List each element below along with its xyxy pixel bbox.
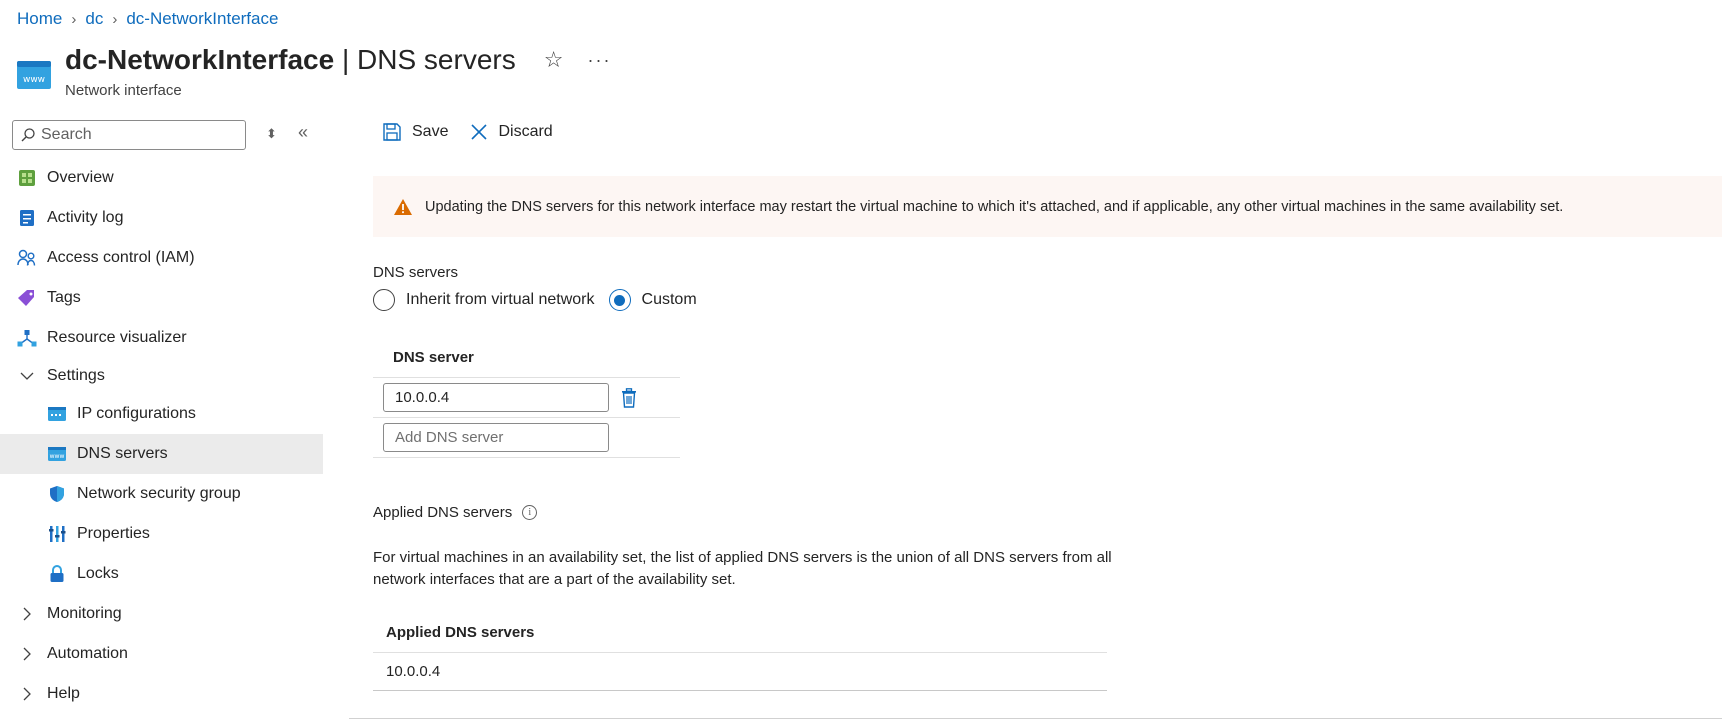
activity-log-icon (17, 208, 37, 228)
dns-server-input[interactable] (383, 383, 609, 412)
sidebar-item-properties[interactable]: Properties (0, 514, 323, 554)
toolbar: Save Discard (382, 120, 1722, 144)
dns-servers-label: DNS servers (373, 264, 459, 281)
sidebar-nav: Overview Activity log Access control (IA… (0, 158, 323, 714)
overview-icon (17, 168, 37, 188)
sidebar-item-network-security-group[interactable]: Network security group (0, 474, 323, 514)
search-input[interactable] (41, 126, 231, 144)
svg-text:www: www (23, 75, 45, 85)
applied-dns-servers-heading: Applied DNS servers i (373, 504, 538, 521)
sidebar-item-tags[interactable]: Tags (0, 278, 323, 318)
sidebar-item-label: Locks (77, 565, 119, 582)
chevron-right-icon (17, 687, 37, 701)
sidebar-item-label: DNS servers (77, 445, 168, 462)
sidebar-item-label: Settings (47, 367, 105, 384)
save-icon (383, 123, 401, 141)
inherit-radio-label: Inherit from virtual network (406, 291, 595, 308)
chevron-right-icon (17, 647, 37, 661)
sidebar-item-label: Tags (47, 289, 81, 306)
sidebar-item-activity-log[interactable]: Activity log (0, 198, 323, 238)
tag-icon (17, 288, 37, 308)
applied-dns-servers-column-header: Applied DNS servers (373, 613, 1107, 653)
add-dns-server-input[interactable] (383, 423, 609, 452)
radio-circle-selected (608, 289, 631, 311)
page-subtitle: Network interface (65, 82, 182, 99)
sidebar-item-label: Automation (47, 645, 128, 662)
sidebar-item-label: Activity log (47, 209, 124, 226)
applied-dns-servers-table: Applied DNS servers 10.0.0.4 (373, 613, 1107, 691)
sidebar-item-label: IP configurations (77, 405, 196, 422)
close-icon (471, 124, 488, 140)
delete-icon[interactable] (621, 387, 637, 408)
search-box (12, 120, 246, 150)
more-options-icon[interactable]: ··· (587, 50, 611, 71)
radio-circle (373, 289, 395, 311)
sidebar-item-label: Resource visualizer (47, 329, 187, 346)
sidebar-item-ip-configurations[interactable]: IP configurations (0, 394, 323, 434)
ip-configurations-icon (47, 404, 67, 424)
breadcrumb-home[interactable]: Home (17, 9, 62, 29)
main-content: Save Discard Updating the DNS servers fo… (373, 120, 1722, 691)
shield-icon (47, 484, 67, 504)
custom-radio-label: Custom (641, 291, 697, 308)
sort-toggle-icon[interactable]: ⬍ (266, 126, 277, 142)
applied-dns-servers-description: For virtual machines in an availability … (373, 549, 1112, 588)
warning-icon (394, 198, 412, 215)
sidebar-item-access-control[interactable]: Access control (IAM) (0, 238, 323, 278)
dns-servers-section: DNS servers Inherit from virtual network… (373, 264, 711, 311)
sidebar-group-settings[interactable]: Settings (0, 358, 323, 394)
sidebar-group-monitoring[interactable]: Monitoring (0, 594, 323, 634)
table-row (373, 418, 680, 458)
sidebar-item-label: Access control (IAM) (47, 249, 195, 266)
sidebar-item-dns-servers[interactable]: www DNS servers (0, 434, 323, 474)
chevron-right-icon: › (112, 10, 118, 28)
favorite-star-icon[interactable]: ☆ (544, 47, 564, 73)
sidebar-item-label: Overview (47, 169, 114, 186)
warning-text: Updating the DNS servers for this networ… (425, 198, 1564, 215)
sidebar-item-locks[interactable]: Locks (0, 554, 323, 594)
sidebar-item-label: Properties (77, 525, 150, 542)
chevron-down-icon (17, 371, 37, 381)
search-icon (21, 128, 35, 142)
info-icon[interactable]: i (522, 505, 538, 520)
network-interface-icon: www (17, 61, 51, 89)
dns-server-table: DNS server (373, 338, 680, 458)
lock-icon (47, 564, 67, 584)
save-button[interactable]: Save (382, 122, 448, 142)
warning-banner: Updating the DNS servers for this networ… (373, 176, 1722, 237)
dns-servers-icon: www (47, 444, 67, 464)
sidebar-item-label: Help (47, 685, 80, 702)
chevron-right-icon: › (71, 10, 77, 28)
sidebar-item-label: Network security group (77, 485, 241, 502)
breadcrumb-dc[interactable]: dc (85, 9, 103, 29)
applied-dns-servers-label: Applied DNS servers (373, 504, 513, 521)
breadcrumb-network-interface[interactable]: dc-NetworkInterface (126, 9, 278, 29)
sidebar-item-resource-visualizer[interactable]: Resource visualizer (0, 318, 323, 358)
divider (349, 718, 1722, 719)
discard-button[interactable]: Discard (470, 123, 553, 141)
sidebar-item-overview[interactable]: Overview (0, 158, 323, 198)
sidebar-group-help[interactable]: Help (0, 674, 323, 714)
table-row (373, 378, 680, 418)
properties-icon (47, 524, 67, 544)
save-label: Save (412, 123, 449, 140)
page-header: www dc-NetworkInterface | DNS servers ☆ … (17, 44, 611, 99)
chevron-right-icon (17, 607, 37, 621)
page-title: dc-NetworkInterface | DNS servers (65, 44, 516, 75)
sidebar-group-automation[interactable]: Automation (0, 634, 323, 674)
people-icon (17, 248, 37, 268)
resource-visualizer-icon (17, 328, 37, 348)
sidebar-item-label: Monitoring (47, 605, 122, 622)
sidebar: ⬍ « Overview Activity log Access control… (0, 120, 323, 714)
custom-radio[interactable]: Custom (608, 289, 697, 311)
dns-source-radio-group: Inherit from virtual network Custom (373, 289, 711, 311)
discard-label: Discard (498, 123, 553, 140)
breadcrumb: Home › dc › dc-NetworkInterface (17, 9, 278, 29)
collapse-sidebar-icon[interactable]: « (298, 122, 308, 143)
inherit-radio[interactable]: Inherit from virtual network (373, 289, 595, 311)
table-row: 10.0.0.4 (373, 653, 1107, 691)
svg-text:www: www (50, 453, 65, 460)
dns-server-column-header: DNS server (373, 338, 680, 378)
